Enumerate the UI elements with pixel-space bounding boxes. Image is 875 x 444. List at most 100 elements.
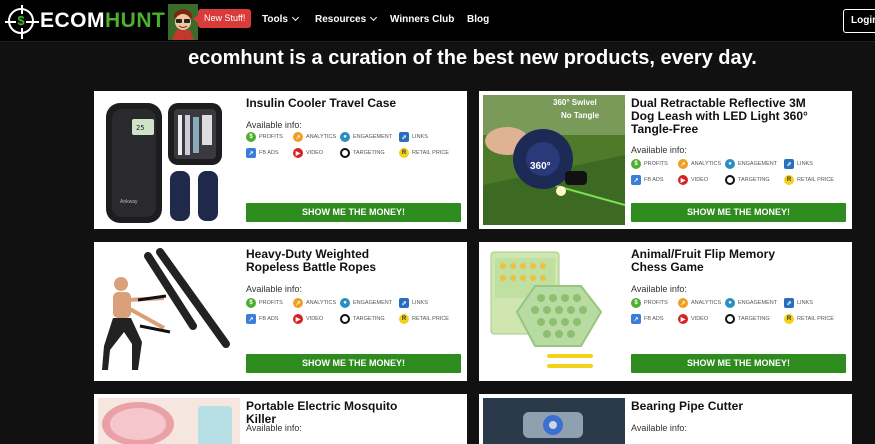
targeting-tag: TARGETING (725, 314, 784, 324)
login-button[interactable]: Login (843, 9, 875, 33)
info-tags: $ PROFITS ↗ ANALYTICS ● ENGAGEMENT ⇗ LINKS ↗… (631, 295, 843, 327)
nav-blog[interactable]: Blog (467, 14, 489, 25)
retail-price-icon: R (784, 175, 794, 185)
product-card: Portable Electric Mosquito Killer Availa… (94, 394, 467, 444)
video-tag: ▶ VIDEO (678, 314, 725, 324)
fb-ads-icon: ↗ (246, 148, 256, 158)
ecomhunt-logo[interactable]: $ ECOMHUNT (5, 5, 166, 39)
analytics-icon: ↗ (678, 298, 688, 308)
product-title[interactable]: Insulin Cooler Travel Case (246, 97, 421, 110)
target-icon (725, 314, 735, 324)
product-title[interactable]: Bearing Pipe Cutter (631, 400, 806, 413)
available-info-label: Available info: (246, 423, 302, 433)
engagement-tag: ● ENGAGEMENT (340, 132, 399, 142)
profits-tag: $ PROFITS (631, 159, 678, 169)
product-title[interactable]: Animal/Fruit Flip Memory Chess Game (631, 248, 806, 274)
product-card: 25 Ankway Insulin Cooler Travel Case Ava… (94, 91, 467, 229)
target-icon (725, 175, 735, 185)
retail-price-icon: R (399, 148, 409, 158)
product-image[interactable] (483, 398, 625, 444)
available-info-label: Available info: (631, 284, 687, 294)
profits-tag: $ PROFITS (246, 132, 293, 142)
product-card: Heavy-Duty Weighted Ropeless Battle Rope… (94, 242, 467, 381)
engagement-tag: ● ENGAGEMENT (725, 159, 784, 169)
nav-resources[interactable]: Resources (315, 13, 378, 25)
link-icon: ⇗ (399, 298, 409, 308)
fb-ads-tag: ↗ FB ADS (631, 314, 678, 324)
retail-price-tag: R RETAIL PRICE (399, 314, 449, 324)
product-image[interactable] (98, 398, 240, 444)
engagement-icon: ● (725, 298, 735, 308)
dollar-icon: $ (631, 159, 641, 169)
analytics-tag: ↗ ANALYTICS (293, 298, 340, 308)
targeting-tag: TARGETING (725, 175, 784, 185)
dollar-icon: $ (631, 298, 641, 308)
image-overlay-text: 360° Swivel (553, 98, 597, 107)
fb-ads-icon: ↗ (631, 175, 641, 185)
dollar-icon: $ (246, 132, 256, 142)
image-overlay-text: No Tangle (561, 111, 600, 120)
links-tag: ⇗ LINKS (784, 159, 831, 169)
fb-ads-tag: ↗ FB ADS (246, 148, 293, 158)
analytics-icon: ↗ (293, 298, 303, 308)
product-image[interactable]: 25 Ankway (98, 95, 240, 225)
retail-price-tag: R RETAIL PRICE (784, 314, 834, 324)
analytics-tag: ↗ ANALYTICS (678, 159, 725, 169)
play-icon: ▶ (678, 314, 688, 324)
profits-tag: $ PROFITS (631, 298, 678, 308)
retail-price-tag: R RETAIL PRICE (399, 148, 449, 158)
product-title[interactable]: Dual Retractable Reflective 3M Dog Leash… (631, 97, 821, 136)
analytics-icon: ↗ (293, 132, 303, 142)
play-icon: ▶ (293, 148, 303, 158)
dollar-icon: $ (246, 298, 256, 308)
nav-winners-club[interactable]: Winners Club (390, 14, 454, 25)
video-tag: ▶ VIDEO (678, 175, 725, 185)
play-icon: ▶ (293, 314, 303, 324)
chevron-down-icon (291, 13, 299, 22)
product-title[interactable]: Heavy-Duty Weighted Ropeless Battle Rope… (246, 248, 421, 274)
fb-ads-tag: ↗ FB ADS (631, 175, 678, 185)
show-money-button[interactable]: SHOW ME THE MONEY! (246, 203, 461, 222)
show-money-button[interactable]: SHOW ME THE MONEY! (246, 354, 461, 373)
link-icon: ⇗ (784, 159, 794, 169)
page-headline: ecomhunt is a curation of the best new p… (188, 47, 757, 69)
product-image[interactable] (483, 246, 625, 376)
engagement-icon: ● (725, 159, 735, 169)
fb-ads-icon: ↗ (631, 314, 641, 324)
show-money-button[interactable]: SHOW ME THE MONEY! (631, 203, 846, 222)
crosshair-dollar-icon: $ (5, 5, 39, 39)
product-card: 360° 360° Swivel No Tangle Dual Retracta… (479, 91, 852, 229)
analytics-tag: ↗ ANALYTICS (678, 298, 725, 308)
product-image[interactable]: 360° 360° Swivel No Tangle (483, 95, 625, 225)
engagement-icon: ● (340, 298, 350, 308)
svg-text:Ankway: Ankway (120, 199, 138, 205)
available-info-label: Available info: (631, 145, 687, 155)
retail-price-tag: R RETAIL PRICE (784, 175, 834, 185)
link-icon: ⇗ (784, 298, 794, 308)
logo-wordmark: ECOMHUNT (40, 9, 166, 32)
engagement-tag: ● ENGAGEMENT (725, 298, 784, 308)
engagement-tag: ● ENGAGEMENT (340, 298, 399, 308)
product-card: Animal/Fruit Flip Memory Chess Game Avai… (479, 242, 852, 381)
play-icon: ▶ (678, 175, 688, 185)
svg-text:25: 25 (136, 124, 144, 132)
retail-price-icon: R (784, 314, 794, 324)
target-icon (340, 314, 350, 324)
product-image[interactable] (98, 246, 240, 376)
links-tag: ⇗ LINKS (399, 132, 446, 142)
available-info-label: Available info: (631, 423, 687, 433)
targeting-tag: TARGETING (340, 148, 399, 158)
info-tags: $ PROFITS ↗ ANALYTICS ● ENGAGEMENT ⇗ LINKS ↗… (631, 156, 843, 188)
targeting-tag: TARGETING (340, 314, 399, 324)
nav-tools[interactable]: Tools (262, 13, 299, 25)
profits-tag: $ PROFITS (246, 298, 293, 308)
info-tags: $ PROFITS ↗ ANALYTICS ● ENGAGEMENT ⇗ LINKS ↗… (246, 129, 458, 161)
new-stuff-badge[interactable]: New Stuff! (192, 9, 252, 28)
analytics-icon: ↗ (678, 159, 688, 169)
links-tag: ⇗ LINKS (784, 298, 831, 308)
analytics-tag: ↗ ANALYTICS (293, 132, 340, 142)
show-money-button[interactable]: SHOW ME THE MONEY! (631, 354, 846, 373)
info-tags: $ PROFITS ↗ ANALYTICS ● ENGAGEMENT ⇗ LINKS ↗… (246, 295, 458, 327)
fb-ads-tag: ↗ FB ADS (246, 314, 293, 324)
links-tag: ⇗ LINKS (399, 298, 446, 308)
